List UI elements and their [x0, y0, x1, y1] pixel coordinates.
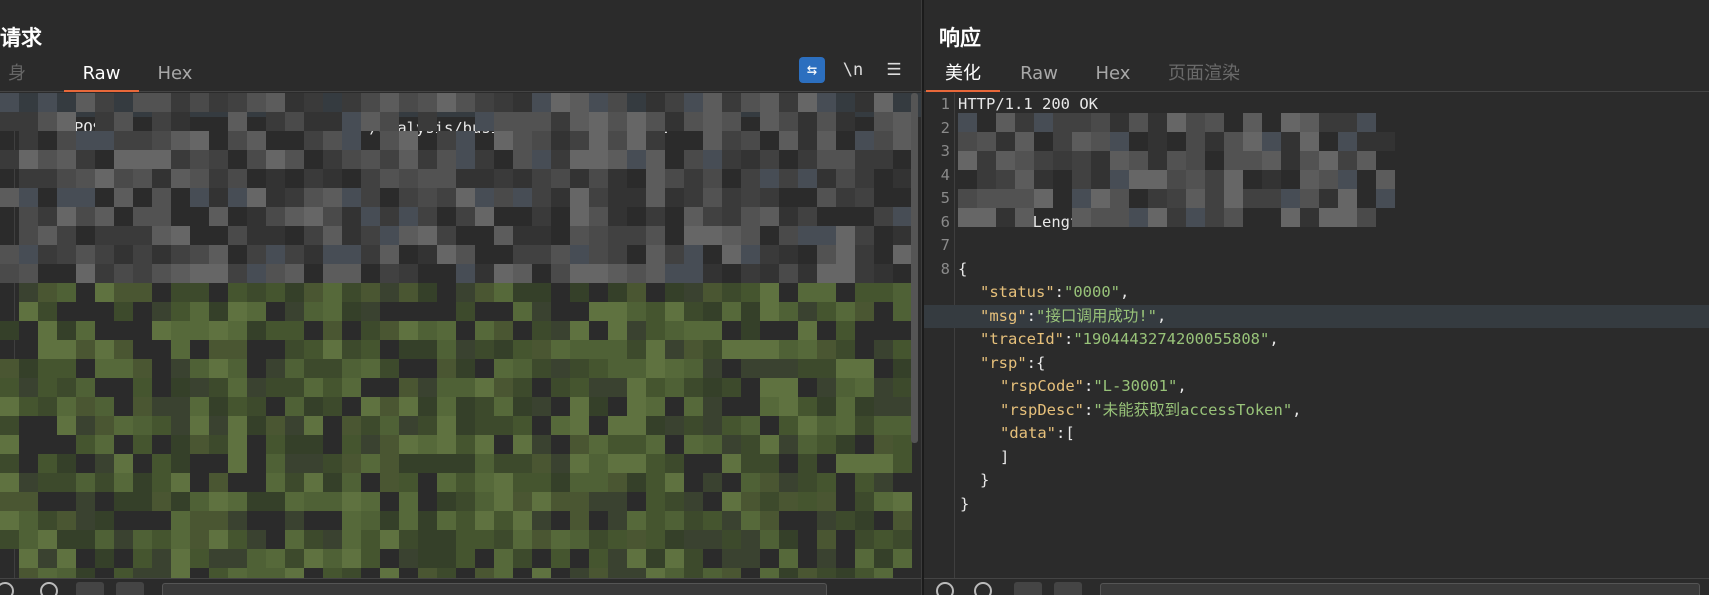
json-value: "1904443274200055808" [1073, 330, 1270, 348]
response-line-7: 7 [924, 234, 1709, 258]
hamburger-menu-icon[interactable]: ☰ [881, 57, 907, 83]
json-traceid: "traceId":"1904443274200055808", [924, 328, 1709, 352]
request-pane: 请求 身 Raw Hex ⇆ \n ☰ 1POST ///analysis/bu… [0, 0, 921, 595]
request-tabbar: 身 Raw Hex [0, 58, 921, 92]
help-icon[interactable] [936, 582, 954, 595]
json-comma: , [1177, 377, 1187, 395]
json-value: "未能获取到accessToken" [1093, 400, 1293, 419]
request-scrollbar[interactable] [911, 93, 918, 443]
json-value: "0000" [1064, 283, 1120, 301]
json-key: "status" [980, 283, 1055, 301]
tab-raw[interactable]: Raw [64, 62, 139, 92]
line-number: 5 [940, 189, 950, 207]
settings-gear-icon[interactable] [40, 582, 58, 595]
search-input[interactable] [162, 583, 827, 595]
json-key: "msg" [980, 306, 1027, 325]
line-number: 3 [940, 142, 950, 160]
json-data: "data":[ [924, 422, 1709, 446]
prev-button[interactable] [1014, 582, 1042, 595]
json-key: "rspCode" [1000, 377, 1084, 395]
json-colon: : [1054, 283, 1064, 301]
settings-gear-icon[interactable] [974, 582, 992, 595]
json-value: "L-30001" [1093, 377, 1178, 395]
json-comma: , [1269, 330, 1279, 348]
help-icon[interactable] [0, 582, 14, 595]
newline-toggle[interactable]: \n [840, 57, 866, 83]
response-line-8: 8{ [924, 258, 1709, 282]
json-key: "traceId" [980, 330, 1064, 348]
line-number: 8 [940, 259, 950, 278]
json-colon: : [1026, 306, 1037, 325]
json-rspdesc: "rspDesc":"未能获取到accessToken", [924, 399, 1709, 423]
json-colon: : [1084, 400, 1094, 419]
request-footer [0, 578, 921, 595]
json-comma: , [1157, 306, 1167, 325]
line-number: 1 [940, 95, 950, 113]
tab-render[interactable]: 页面渲染 [1164, 62, 1244, 92]
response-footer [924, 578, 1709, 595]
json-key: "rspDesc" [1000, 400, 1084, 419]
tab-raw[interactable]: Raw [1014, 62, 1064, 92]
tab-pretty-partial[interactable]: 身 [8, 62, 26, 92]
json-status: "status":"0000", [924, 281, 1709, 305]
response-tabbar: 美化 Raw Hex 页面渲染 [924, 58, 1709, 92]
json-comma: , [1120, 283, 1130, 301]
redacted-request-content [0, 93, 912, 587]
line-number: 7 [940, 236, 950, 254]
json-close: } [924, 493, 1709, 517]
line-number: 2 [940, 118, 950, 137]
redacted-response-headers [958, 113, 1395, 227]
json-brace: } [960, 494, 970, 513]
line-number: 4 [940, 165, 950, 184]
tab-hex[interactable]: Hex [150, 62, 200, 92]
json-key: "data" [1000, 424, 1056, 442]
json-brace: } [980, 471, 990, 489]
json-rsp: "rsp":{ [924, 352, 1709, 376]
json-colon: : [1026, 353, 1037, 372]
next-button[interactable] [116, 582, 144, 595]
search-input[interactable] [1100, 583, 1700, 595]
json-colon: : [1056, 424, 1066, 442]
line-number: 6 [940, 212, 950, 231]
json-colon: : [1064, 330, 1074, 348]
json-brace: { [1036, 353, 1046, 372]
prev-button[interactable] [76, 582, 104, 595]
status-line: HTTP/1.1 200 OK [958, 95, 1098, 113]
json-key: "rsp" [980, 353, 1027, 372]
json-msg: "msg":"接口调用成功!", [924, 304, 1709, 328]
json-rsp-close: } [924, 469, 1709, 493]
json-value: "接口调用成功!" [1036, 306, 1158, 325]
json-bracket: ] [1000, 447, 1010, 466]
request-title: 请求 [0, 26, 42, 50]
response-editor[interactable]: 1 HTTP/1.1 200 OK 2 3 4 5 6 Content-Length… [924, 93, 1709, 578]
response-title: 响应 [939, 26, 981, 50]
json-data-close: ] [924, 446, 1709, 470]
response-pane: 响应 美化 Raw Hex 页面渲染 1 HTTP/1.1 200 OK 2 3 … [924, 0, 1709, 595]
tab-hex[interactable]: Hex [1088, 62, 1138, 92]
json-colon: : [1084, 377, 1094, 395]
next-button[interactable] [1054, 582, 1082, 595]
json-bracket: [ [1065, 424, 1075, 442]
tab-pretty[interactable]: 美化 [926, 62, 1000, 92]
request-editor[interactable]: 1POST ///analysis/businessRadio HTTP/1.1 [0, 93, 921, 587]
json-rspcode: "rspCode":"L-30001", [924, 375, 1709, 399]
json-open-brace: { [958, 259, 968, 278]
wrap-lines-icon[interactable]: ⇆ [799, 57, 825, 83]
json-comma: , [1292, 400, 1302, 419]
